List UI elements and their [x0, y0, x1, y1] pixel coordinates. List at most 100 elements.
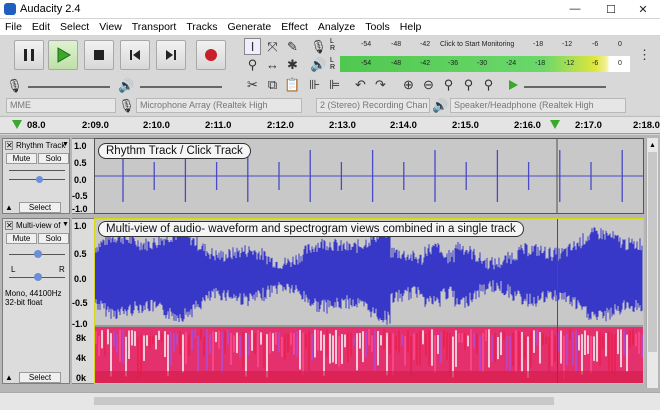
- playback-tick: -42: [420, 60, 431, 67]
- record-button[interactable]: [196, 40, 226, 70]
- device-mic-icon: 🎙: [118, 97, 135, 113]
- menu-analyze[interactable]: Analyze: [313, 19, 360, 35]
- zoom-out-button[interactable]: ⊖: [420, 76, 437, 93]
- menu-transport[interactable]: Transport: [127, 19, 182, 35]
- playback-volume-slider[interactable]: [140, 86, 222, 88]
- record-volume-slider[interactable]: [28, 86, 110, 88]
- close-button[interactable]: ✕: [626, 0, 660, 18]
- menu-generate[interactable]: Generate: [222, 19, 276, 35]
- asterisk-icon: ✱: [287, 56, 298, 72]
- record-tick: -18: [533, 41, 544, 48]
- skip-to-end-button[interactable]: [156, 40, 186, 70]
- multiview-collapse-icon[interactable]: ▲: [5, 373, 13, 382]
- record-tick: 0: [618, 41, 622, 48]
- title-bar: Audacity 2.4 — ☐ ✕: [0, 0, 660, 18]
- audio-host-select[interactable]: MME: [6, 98, 116, 113]
- pause-button[interactable]: [14, 40, 44, 70]
- multiview-track-menu-icon[interactable]: ▼: [62, 221, 69, 228]
- playback-tick: -30: [477, 60, 488, 67]
- meter-options-icon[interactable]: ⋮: [636, 46, 653, 63]
- rhythm-collapse-icon[interactable]: ▲: [5, 203, 13, 212]
- rhythm-track-label: Rhythm Track / Click Track: [98, 143, 251, 159]
- rhythm-vertical-scale[interactable]: 1.0 0.5 0.0 -0.5 -1.0: [72, 138, 94, 214]
- play-at-speed-button[interactable]: [504, 76, 521, 93]
- menu-tracks[interactable]: Tracks: [181, 19, 222, 35]
- zoom-in-button[interactable]: ⊕: [400, 76, 417, 93]
- playback-device-select[interactable]: Speaker/Headphone (Realtek High: [450, 98, 626, 113]
- channel-left-label: L: [330, 57, 334, 64]
- scroll-thumb[interactable]: [648, 152, 657, 352]
- draw-tool-button[interactable]: ✎: [284, 38, 301, 55]
- audacity-logo-icon: [4, 3, 16, 15]
- fit-project-button[interactable]: ⚲: [460, 76, 477, 93]
- stop-button[interactable]: [84, 40, 114, 70]
- menu-effect[interactable]: Effect: [276, 19, 313, 35]
- play-region-start-icon[interactable]: [12, 120, 22, 130]
- play-speed-slider[interactable]: [524, 86, 606, 88]
- time-shift-tool-button[interactable]: ↔: [264, 56, 281, 73]
- play-region-end-icon[interactable]: [550, 120, 560, 130]
- rhythm-pan-thumb[interactable]: [36, 176, 43, 183]
- multiview-gain-thumb[interactable]: [34, 250, 42, 258]
- redo-icon: ↷: [375, 76, 386, 92]
- cut-button[interactable]: ✂: [244, 76, 261, 93]
- scroll-up-icon[interactable]: ▲: [649, 142, 656, 149]
- rhythm-solo-button[interactable]: Solo: [38, 153, 69, 164]
- ruler-tick-label: 2:12.0: [267, 120, 294, 131]
- h-scroll-thumb[interactable]: [94, 397, 554, 405]
- multiview-track-close-icon[interactable]: ✕: [5, 221, 13, 230]
- horizontal-scrollbar[interactable]: [0, 392, 660, 410]
- multiview-select-button[interactable]: Select: [19, 372, 61, 383]
- menu-edit[interactable]: Edit: [27, 19, 55, 35]
- menu-view[interactable]: View: [94, 19, 127, 35]
- multiview-vertical-scale[interactable]: 1.0 0.5 0.0 -0.5 -1.0 8k 4k 0k: [72, 218, 94, 384]
- multiview-track-area[interactable]: Multi-view of audio- waveform and spectr…: [94, 218, 644, 384]
- undo-button[interactable]: ↶: [352, 76, 369, 93]
- playback-meter[interactable]: -54 -48 -42 -36 -30 -24 -18 -12 -6 0: [340, 56, 630, 72]
- rhythm-track-menu-icon[interactable]: ▼: [62, 141, 69, 148]
- zoom-tool-button[interactable]: ⚲: [244, 56, 261, 73]
- start-monitoring-prompt[interactable]: Click to Start Monitoring: [440, 41, 514, 48]
- menu-tools[interactable]: Tools: [360, 19, 395, 35]
- menu-select[interactable]: Select: [55, 19, 94, 35]
- minimize-button[interactable]: —: [558, 0, 592, 18]
- play-button[interactable]: [48, 40, 78, 70]
- menu-help[interactable]: Help: [395, 19, 427, 35]
- rhythm-select-button[interactable]: Select: [19, 202, 61, 213]
- maximize-button[interactable]: ☐: [594, 0, 628, 18]
- timeline-ruler[interactable]: 08.0 2:09.0 2:10.0 2:11.0 2:12.0 2:13.0 …: [0, 116, 660, 134]
- redo-button[interactable]: ↷: [372, 76, 389, 93]
- fit-selection-button[interactable]: ⚲: [440, 76, 457, 93]
- playback-tick: -18: [535, 60, 546, 67]
- envelope-tool-button[interactable]: ⤧: [264, 38, 281, 55]
- copy-button[interactable]: ⧉: [264, 76, 281, 93]
- multiview-solo-button[interactable]: Solo: [38, 233, 69, 244]
- vertical-scrollbar[interactable]: ▲: [646, 138, 658, 388]
- record-meter-channels: L R: [330, 38, 335, 52]
- paste-button[interactable]: 📋: [284, 76, 301, 93]
- trim-button[interactable]: ⊪: [306, 76, 323, 93]
- menu-file[interactable]: File: [0, 19, 27, 35]
- skip-to-start-button[interactable]: [120, 40, 150, 70]
- scale-label: 0.5: [74, 249, 87, 259]
- rhythm-track-close-icon[interactable]: ✕: [5, 141, 13, 150]
- zoom-toggle-button[interactable]: ⚲: [480, 76, 497, 93]
- recording-device-select[interactable]: Microphone Array (Realtek High: [136, 98, 302, 113]
- magnifier-icon: ⚲: [247, 56, 258, 72]
- rhythm-gain-slider[interactable]: [9, 170, 65, 171]
- selection-tool-button[interactable]: I: [244, 38, 261, 55]
- rhythm-mute-button[interactable]: Mute: [6, 153, 37, 164]
- multiview-track-info: Mono, 44100Hz 32-bit float: [5, 289, 61, 307]
- copy-icon: ⧉: [267, 76, 278, 92]
- ruler-tick-label: 2:13.0: [329, 120, 356, 131]
- rhythm-waveform-area[interactable]: Rhythm Track / Click Track: [94, 138, 644, 214]
- silence-button[interactable]: ⊫: [326, 76, 343, 93]
- scale-label: 0.0: [74, 175, 87, 185]
- multiview-track-name[interactable]: Multi-view of: [16, 221, 60, 230]
- multi-tool-button[interactable]: ✱: [284, 56, 301, 73]
- record-meter[interactable]: -54 -48 -42 Click to Start Monitoring -1…: [340, 37, 630, 54]
- rhythm-track-name[interactable]: Rhythm Track: [16, 141, 65, 150]
- recording-channels-select[interactable]: 2 (Stereo) Recording Chan: [316, 98, 430, 113]
- multiview-mute-button[interactable]: Mute: [6, 233, 37, 244]
- multiview-pan-thumb[interactable]: [34, 273, 42, 281]
